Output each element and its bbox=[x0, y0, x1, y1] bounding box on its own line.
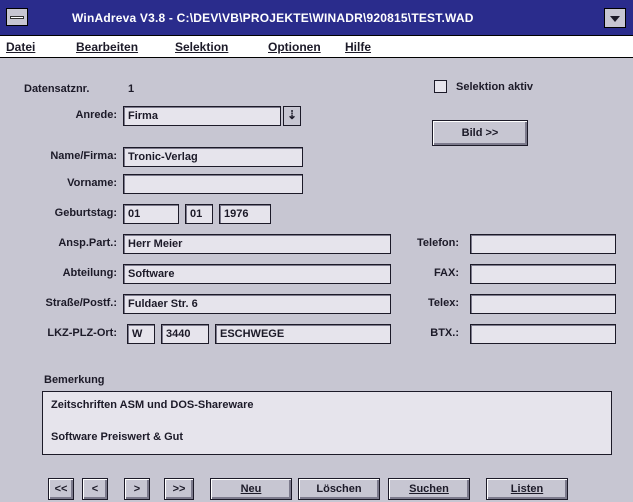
menu-optionen[interactable]: Optionen bbox=[268, 40, 321, 54]
telex-field[interactable] bbox=[470, 294, 616, 314]
delete-button[interactable]: Löschen bbox=[298, 478, 380, 500]
new-button[interactable]: Neu bbox=[210, 478, 292, 500]
anrede-combo[interactable]: Firma bbox=[123, 106, 281, 126]
bemerkung-label: Bemerkung bbox=[44, 374, 105, 386]
title-bar: WinAdreva V3.8 - C:\DEV\VB\PROJEKTE\WINA… bbox=[0, 0, 633, 36]
abteilung-field[interactable]: Software bbox=[123, 264, 391, 284]
btx-label: BTX.: bbox=[430, 327, 459, 339]
menu-hilfe[interactable]: Hilfe bbox=[345, 40, 371, 54]
geburtstag-month-field[interactable]: 01 bbox=[185, 204, 213, 224]
chevron-down-icon bbox=[610, 16, 620, 22]
window-title: WinAdreva V3.8 - C:\DEV\VB\PROJEKTE\WINA… bbox=[72, 11, 474, 25]
strasse-field[interactable]: Fuldaer Str. 6 bbox=[123, 294, 391, 314]
fax-label: FAX: bbox=[433, 267, 459, 279]
bemerkung-line-1: Zeitschriften ASM und DOS-Shareware bbox=[51, 399, 254, 411]
strasse-label: Straße/Postf.: bbox=[45, 297, 117, 309]
telefon-label: Telefon: bbox=[417, 237, 459, 249]
geburtstag-day-field[interactable]: 01 bbox=[123, 204, 179, 224]
lkz-field[interactable]: W bbox=[127, 324, 155, 344]
search-button-label: Suchen bbox=[409, 483, 449, 495]
bemerkung-textarea[interactable]: Zeitschriften ASM und DOS-Shareware Soft… bbox=[42, 391, 612, 455]
menu-bar: Datei Bearbeiten Selektion Optionen Hilf… bbox=[0, 36, 633, 58]
vorname-label: Vorname: bbox=[67, 177, 117, 189]
fax-field[interactable] bbox=[470, 264, 616, 284]
menu-selektion[interactable]: Selektion bbox=[175, 40, 228, 54]
ort-field[interactable]: ESCHWEGE bbox=[215, 324, 391, 344]
last-record-button[interactable]: >> bbox=[164, 478, 194, 500]
list-button[interactable]: Listen bbox=[486, 478, 568, 500]
geburtstag-year-field[interactable]: 1976 bbox=[219, 204, 271, 224]
lkz-plz-ort-label: LKZ-PLZ-Ort: bbox=[47, 327, 117, 339]
selection-active-checkbox[interactable] bbox=[434, 80, 447, 93]
anrede-label: Anrede: bbox=[75, 109, 117, 121]
ansprechpartner-field[interactable]: Herr Meier bbox=[123, 234, 391, 254]
new-button-label: Neu bbox=[240, 483, 262, 495]
next-record-button[interactable]: > bbox=[124, 478, 150, 500]
prev-record-button[interactable]: < bbox=[82, 478, 108, 500]
geburtstag-label: Geburtstag: bbox=[54, 207, 117, 219]
selection-active-label: Selektion aktiv bbox=[456, 81, 534, 93]
record-number-label: Datensatznr. bbox=[24, 83, 90, 95]
bemerkung-line-2: Software Preiswert & Gut bbox=[51, 431, 184, 443]
menu-datei[interactable]: Datei bbox=[6, 40, 35, 54]
list-button-label: Listen bbox=[510, 483, 544, 495]
system-menu-icon[interactable] bbox=[6, 8, 28, 26]
ansprechpartner-label: Ansp.Part.: bbox=[58, 237, 117, 249]
search-button[interactable]: Suchen bbox=[388, 478, 470, 500]
plz-field[interactable]: 3440 bbox=[161, 324, 209, 344]
btx-field[interactable] bbox=[470, 324, 616, 344]
bild-button[interactable]: Bild >> bbox=[432, 120, 528, 146]
dropdown-arrow-icon[interactable]: ⇣ bbox=[283, 106, 301, 126]
minimize-button[interactable] bbox=[604, 8, 626, 28]
abteilung-label: Abteilung: bbox=[62, 267, 117, 279]
menu-bearbeiten[interactable]: Bearbeiten bbox=[76, 40, 138, 54]
record-number-value: 1 bbox=[128, 83, 135, 95]
telefon-field[interactable] bbox=[470, 234, 616, 254]
vorname-field[interactable] bbox=[123, 174, 303, 194]
first-record-button[interactable]: << bbox=[48, 478, 74, 500]
telex-label: Telex: bbox=[428, 297, 459, 309]
name-label: Name/Firma: bbox=[50, 150, 117, 162]
name-field[interactable]: Tronic-Verlag bbox=[123, 147, 303, 167]
